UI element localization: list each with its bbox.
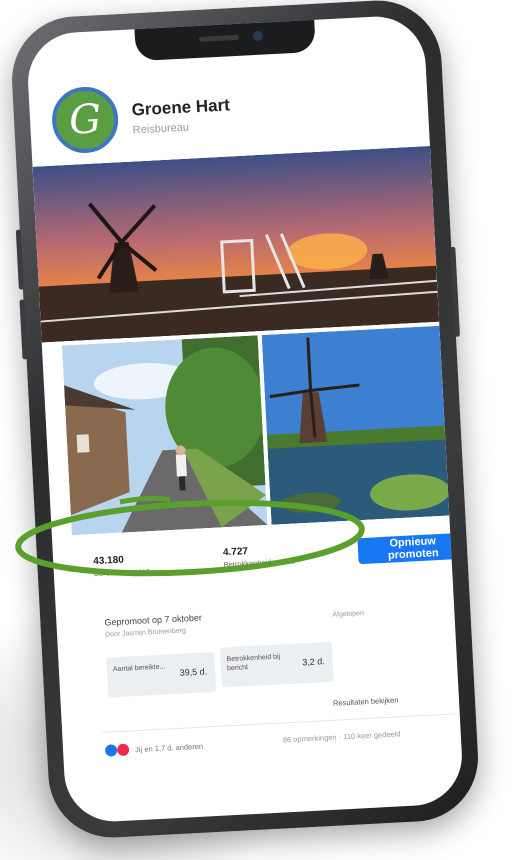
phone-frame: G Groene Hart Reisbureau 43.180 Bereikte… (8, 0, 482, 841)
camera (252, 30, 264, 42)
stat-engagement: 4.727 Betrokkenheidsacties (222, 544, 296, 570)
promote-button[interactable]: Opnieuw promoten (357, 532, 465, 565)
promotion-status: Afgelopen (332, 610, 365, 619)
view-results-button[interactable]: Resultaten bekijken (327, 694, 405, 709)
post-image-windmill-water[interactable] (261, 325, 450, 525)
notch (134, 17, 316, 62)
stat-reach: 43.180 Bereikte mensen (92, 553, 151, 579)
stat-reach-label: Bereikte mensen (93, 566, 151, 579)
page-name[interactable]: Groene Hart (131, 95, 230, 120)
like-icon (104, 744, 118, 757)
power-button (450, 246, 460, 337)
metric-engagement: Betrokkenheid bij bericht 3,2 d. (219, 641, 334, 688)
page-logo[interactable]: G (50, 85, 120, 155)
page-subtitle: Reisbureau (132, 121, 190, 137)
stat-reach-value: 43.180 (92, 554, 125, 568)
phone-screen: G Groene Hart Reisbureau 43.180 Bereikte… (25, 14, 465, 824)
metric-reach-label: Aantal bereikte... (112, 663, 166, 674)
promotion-title: Gepromoot op 7 oktober (104, 612, 203, 628)
stat-engagement-label: Betrokkenheidsacties (223, 556, 296, 570)
metric-engagement-label: Betrokkenheid bij bericht (226, 653, 281, 673)
post-image-cyclist-village[interactable] (61, 335, 268, 536)
promotion-card: Gepromoot op 7 oktober Door Jasmijn Brui… (92, 592, 438, 730)
reactions-summary[interactable]: Jij en 1,7 d. anderen (135, 742, 203, 755)
promotion-author: Door Jasmijn Bruinenberg (104, 627, 187, 639)
post-stats: 43.180 Bereikte mensen 4.727 Betrokkenhe… (82, 526, 465, 595)
speaker (198, 34, 240, 42)
metric-reach: Aantal bereikte... 39,5 d. (106, 651, 217, 698)
stat-engagement-value: 4.727 (222, 546, 249, 559)
love-icon (116, 743, 130, 757)
engagement-summary[interactable]: 86 opmerkingen · 110 keer gedeeld (283, 729, 401, 744)
post-header: G Groene Hart Reisbureau (50, 70, 413, 159)
volume-up-button (15, 229, 24, 290)
metric-reach-value: 39,5 d. (179, 666, 208, 678)
metric-engagement-value: 3,2 d. (302, 656, 326, 668)
post-image-windmills-sunset[interactable] (32, 145, 440, 343)
volume-down-button (19, 299, 28, 360)
